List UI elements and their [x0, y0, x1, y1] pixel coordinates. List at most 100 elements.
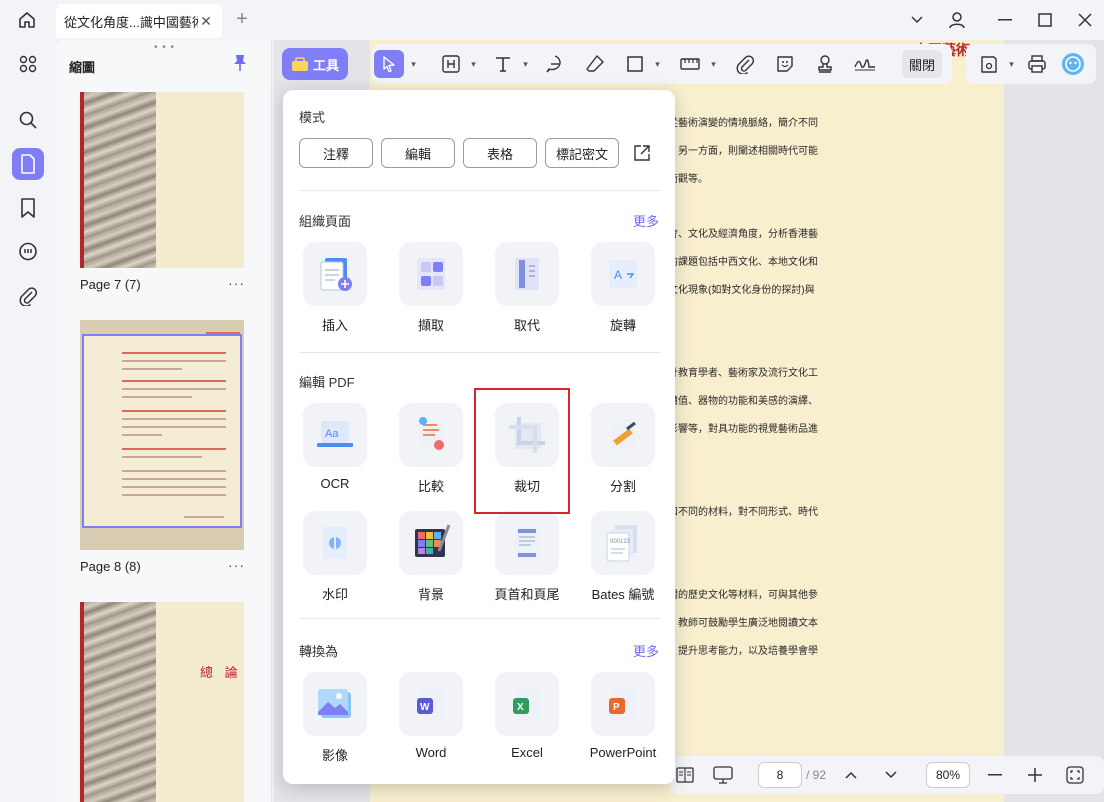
- left-rail: [0, 40, 56, 802]
- convert-image-tool[interactable]: 影像: [295, 672, 375, 772]
- comments-icon[interactable]: [12, 236, 44, 268]
- page-thumbnail-7[interactable]: [80, 92, 244, 268]
- mode-annotate-button[interactable]: 注釋: [299, 138, 373, 168]
- measure-icon[interactable]: [676, 50, 704, 78]
- zoom-input[interactable]: 80%: [926, 762, 970, 788]
- close-window-button[interactable]: [1072, 8, 1098, 32]
- next-page-icon[interactable]: [880, 764, 902, 786]
- chevron-down-icon[interactable]: ▾: [411, 59, 416, 70]
- attach-file-icon[interactable]: [732, 50, 758, 78]
- page-number-input[interactable]: 8: [758, 762, 802, 788]
- zoom-out-icon[interactable]: [984, 764, 1006, 786]
- extract-tool[interactable]: 擷取: [391, 242, 471, 342]
- search-icon[interactable]: [12, 104, 44, 136]
- presentation-icon[interactable]: [712, 764, 734, 786]
- chevron-down-icon[interactable]: [904, 8, 930, 32]
- edit-pdf-section-title: 編輯 PDF: [299, 375, 355, 390]
- ocr-tool[interactable]: Aa OCR: [295, 403, 375, 503]
- text-tool[interactable]: [490, 50, 516, 78]
- text-box-tool[interactable]: [438, 50, 464, 78]
- attachment-icon[interactable]: [12, 280, 44, 312]
- convert-excel-tool[interactable]: X Excel: [487, 672, 567, 772]
- mode-redact-button[interactable]: 標記密文: [545, 138, 619, 168]
- word-icon: W: [399, 672, 463, 736]
- save-icon[interactable]: [976, 50, 1002, 78]
- page-thumbnail-8[interactable]: [80, 320, 244, 550]
- crop-highlight-box: [474, 388, 570, 514]
- tool-label: OCR: [320, 476, 350, 491]
- background-tool[interactable]: 背景: [391, 511, 471, 611]
- mode-section-title: 模式: [299, 110, 326, 125]
- organize-section-title: 組織頁面: [299, 214, 352, 229]
- apps-grid-icon[interactable]: [12, 48, 44, 80]
- account-icon[interactable]: [944, 8, 970, 32]
- minimize-button[interactable]: [992, 8, 1018, 32]
- tool-label: PowerPoint: [589, 745, 657, 760]
- open-external-icon[interactable]: [633, 144, 651, 165]
- page-label: Page 8 (8): [80, 559, 141, 574]
- tools-label: 工具: [312, 57, 339, 73]
- document-tab[interactable]: 從文化角度...識中國藝術 ✕: [56, 4, 222, 38]
- convert-section-title: 轉換為: [299, 644, 339, 659]
- tool-label: 旋轉: [609, 318, 636, 333]
- close-tab-icon[interactable]: ✕: [198, 13, 214, 29]
- tool-label: 取代: [513, 318, 540, 333]
- new-tab-button[interactable]: +: [232, 9, 252, 29]
- bookmark-icon[interactable]: [12, 192, 44, 224]
- organize-more-link[interactable]: 更多: [633, 211, 659, 230]
- eraser-icon[interactable]: [582, 50, 608, 78]
- rotate-tool[interactable]: A 旋轉: [583, 242, 663, 342]
- close-toolbar-button[interactable]: 關閉: [902, 50, 942, 78]
- chevron-down-icon[interactable]: ▾: [1009, 59, 1014, 70]
- convert-word-tool[interactable]: W Word: [391, 672, 471, 772]
- header-footer-tool[interactable]: 頁首和頁尾: [487, 511, 567, 611]
- page-more-menu[interactable]: ···: [228, 557, 245, 573]
- toolbox-icon: [291, 57, 308, 71]
- sticker-icon[interactable]: [772, 50, 798, 78]
- home-icon[interactable]: [14, 8, 40, 32]
- reading-mode-icon[interactable]: [674, 764, 696, 786]
- compare-icon: [399, 403, 463, 467]
- select-tool[interactable]: [374, 50, 404, 78]
- comment-icon[interactable]: [542, 50, 568, 78]
- svg-text:Aa: Aa: [325, 428, 339, 440]
- shape-icon[interactable]: [622, 50, 648, 78]
- chevron-down-icon[interactable]: ▾: [711, 59, 716, 70]
- chevron-down-icon[interactable]: ▾: [655, 59, 660, 70]
- chevron-down-icon[interactable]: ▾: [471, 59, 476, 70]
- panel-grip[interactable]: • • •: [154, 42, 175, 53]
- page-more-menu[interactable]: ···: [228, 275, 245, 291]
- fit-page-icon[interactable]: [1064, 764, 1086, 786]
- stamp-icon[interactable]: [812, 50, 838, 78]
- tools-button[interactable]: 工具: [282, 48, 348, 80]
- convert-powerpoint-tool[interactable]: P PowerPoint: [583, 672, 663, 772]
- compare-tool[interactable]: 比較: [391, 403, 471, 503]
- convert-more-link[interactable]: 更多: [633, 641, 659, 660]
- bates-number-tool[interactable]: 000123 Bates 編號: [583, 511, 663, 611]
- maximize-button[interactable]: [1032, 8, 1058, 32]
- svg-text:A: A: [614, 268, 622, 282]
- replace-pages-icon: [495, 242, 559, 306]
- excel-icon: X: [495, 672, 559, 736]
- replace-tool[interactable]: 取代: [487, 242, 567, 342]
- print-icon[interactable]: [1024, 50, 1050, 78]
- page-heading: 總 論: [200, 665, 242, 680]
- mode-edit-button[interactable]: 編輯: [381, 138, 455, 168]
- insert-tool[interactable]: 插入: [295, 242, 375, 342]
- thumbnails-icon[interactable]: [12, 148, 44, 180]
- watermark-icon: [303, 511, 367, 575]
- zoom-in-icon[interactable]: [1024, 764, 1046, 786]
- split-tool[interactable]: 分割: [583, 403, 663, 503]
- ai-assistant-icon[interactable]: [1060, 50, 1086, 78]
- pin-icon[interactable]: [232, 54, 248, 75]
- signature-icon[interactable]: [850, 50, 880, 78]
- chevron-down-icon[interactable]: ▾: [523, 59, 528, 70]
- previous-page-icon[interactable]: [840, 764, 862, 786]
- page-thumbnail-9[interactable]: 總 論: [80, 602, 244, 802]
- watermark-tool[interactable]: 水印: [295, 511, 375, 611]
- svg-text:000123: 000123: [610, 539, 631, 545]
- bates-number-icon: 000123: [591, 511, 655, 575]
- divider: [299, 618, 661, 619]
- mode-form-button[interactable]: 表格: [463, 138, 537, 168]
- panel-title: 縮圖: [69, 60, 96, 75]
